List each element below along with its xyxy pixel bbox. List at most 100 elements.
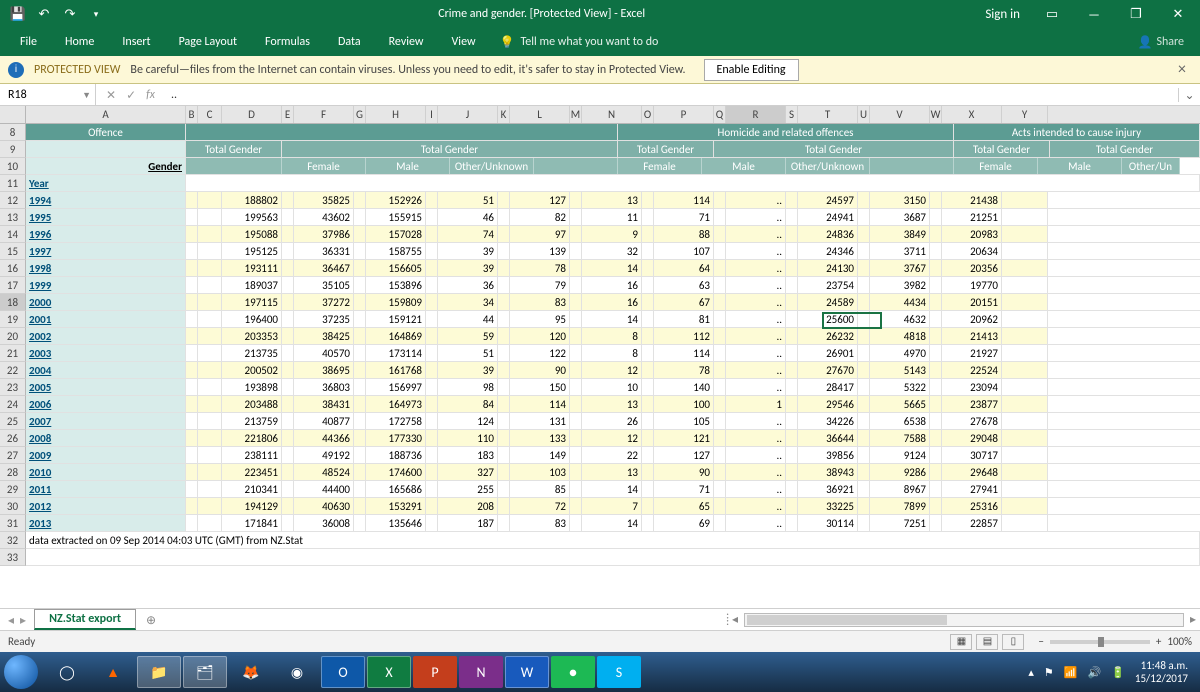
header-offence[interactable]: Offence: [26, 124, 186, 140]
cell[interactable]: [354, 260, 366, 276]
cell[interactable]: [714, 260, 726, 276]
row-header[interactable]: 14: [0, 226, 26, 243]
cell[interactable]: 24597: [798, 192, 858, 208]
cell[interactable]: 24589: [798, 294, 858, 310]
cell[interactable]: [1002, 413, 1048, 429]
cell[interactable]: 152926: [366, 192, 426, 208]
cell[interactable]: 8: [582, 328, 642, 344]
year-cell[interactable]: 2012: [26, 498, 186, 514]
maximize-icon[interactable]: ❐: [1116, 0, 1156, 28]
cell[interactable]: 85: [510, 481, 570, 497]
cell[interactable]: [186, 396, 198, 412]
cell[interactable]: [714, 396, 726, 412]
cell[interactable]: 172758: [366, 413, 426, 429]
cell[interactable]: [186, 311, 198, 327]
year-cell[interactable]: 2011: [26, 481, 186, 497]
cell[interactable]: [570, 447, 582, 463]
cell[interactable]: 33225: [798, 498, 858, 514]
cell[interactable]: 51: [438, 345, 498, 361]
row-header[interactable]: 22: [0, 362, 26, 379]
cell[interactable]: [714, 294, 726, 310]
cell[interactable]: 124: [438, 413, 498, 429]
taskbar-app-hp[interactable]: ◯: [45, 656, 89, 688]
close-icon[interactable]: ✕: [1158, 0, 1198, 28]
col-R[interactable]: R: [726, 106, 786, 123]
cell[interactable]: [570, 464, 582, 480]
cell[interactable]: 6538: [870, 413, 930, 429]
cell[interactable]: 29546: [798, 396, 858, 412]
row-header[interactable]: 8: [0, 124, 26, 141]
col-E[interactable]: E: [282, 106, 294, 123]
cell[interactable]: 149: [510, 447, 570, 463]
cell[interactable]: 88: [654, 226, 714, 242]
cell[interactable]: 82: [510, 209, 570, 225]
cell[interactable]: [858, 277, 870, 293]
cell[interactable]: [198, 243, 222, 259]
cell[interactable]: [642, 464, 654, 480]
row-header[interactable]: 31: [0, 515, 26, 532]
cell[interactable]: [858, 328, 870, 344]
cell[interactable]: 51: [438, 192, 498, 208]
cell[interactable]: 21251: [942, 209, 1002, 225]
row-header[interactable]: 29: [0, 481, 26, 498]
cell[interactable]: [186, 175, 1200, 191]
cell[interactable]: [786, 379, 798, 395]
cell[interactable]: [354, 413, 366, 429]
fx-icon[interactable]: fx: [146, 88, 155, 102]
row-header[interactable]: 16: [0, 260, 26, 277]
col-S[interactable]: S: [786, 106, 798, 123]
cell[interactable]: [642, 209, 654, 225]
cell[interactable]: 59: [438, 328, 498, 344]
col-M[interactable]: M: [570, 106, 582, 123]
cell[interactable]: 43602: [294, 209, 354, 225]
cell[interactable]: [354, 345, 366, 361]
cell[interactable]: [1002, 498, 1048, 514]
worksheet[interactable]: A B C D E F G H I J K L M N O P Q R S T …: [0, 106, 1200, 608]
cell[interactable]: [282, 260, 294, 276]
tray-chevron-icon[interactable]: ▴: [1028, 666, 1034, 679]
year-cell[interactable]: 1999: [26, 277, 186, 293]
cell[interactable]: 35825: [294, 192, 354, 208]
col-T[interactable]: T: [798, 106, 858, 123]
year-cell[interactable]: 2010: [26, 464, 186, 480]
col-N[interactable]: N: [582, 106, 642, 123]
cell[interactable]: 36467: [294, 260, 354, 276]
col-C[interactable]: C: [198, 106, 222, 123]
cell[interactable]: [186, 277, 198, 293]
cell[interactable]: 39: [438, 260, 498, 276]
cell[interactable]: [786, 226, 798, 242]
taskbar-app-vlc[interactable]: ▲: [91, 656, 135, 688]
cell[interactable]: [858, 447, 870, 463]
cell[interactable]: ..: [726, 328, 786, 344]
year-cell[interactable]: 2008: [26, 430, 186, 446]
cell[interactable]: 14: [582, 260, 642, 276]
sheet-next-icon[interactable]: ▸: [20, 613, 26, 627]
header-total[interactable]: Total Gender: [186, 141, 282, 157]
taskbar-app-explorer[interactable]: 📁: [137, 656, 181, 688]
cell[interactable]: [930, 260, 942, 276]
cell[interactable]: [354, 294, 366, 310]
cell[interactable]: 63: [654, 277, 714, 293]
header-total[interactable]: Total Gender: [954, 141, 1050, 157]
cell[interactable]: 20962: [942, 311, 1002, 327]
cell[interactable]: [930, 379, 942, 395]
cell[interactable]: [282, 515, 294, 531]
cell[interactable]: [570, 430, 582, 446]
row-header[interactable]: 23: [0, 379, 26, 396]
cell[interactable]: 14: [582, 515, 642, 531]
cell[interactable]: [786, 260, 798, 276]
cell[interactable]: 20356: [942, 260, 1002, 276]
cell[interactable]: 7251: [870, 515, 930, 531]
cell[interactable]: [930, 498, 942, 514]
cell[interactable]: [858, 396, 870, 412]
cell[interactable]: [354, 192, 366, 208]
cell[interactable]: [426, 345, 438, 361]
cell[interactable]: [198, 345, 222, 361]
cell[interactable]: [1002, 260, 1048, 276]
cell[interactable]: 13: [582, 464, 642, 480]
year-cell[interactable]: 1997: [26, 243, 186, 259]
cell[interactable]: 159809: [366, 294, 426, 310]
namebox-chevron-icon[interactable]: ▼: [82, 90, 95, 100]
cell[interactable]: [642, 396, 654, 412]
cell[interactable]: [282, 294, 294, 310]
